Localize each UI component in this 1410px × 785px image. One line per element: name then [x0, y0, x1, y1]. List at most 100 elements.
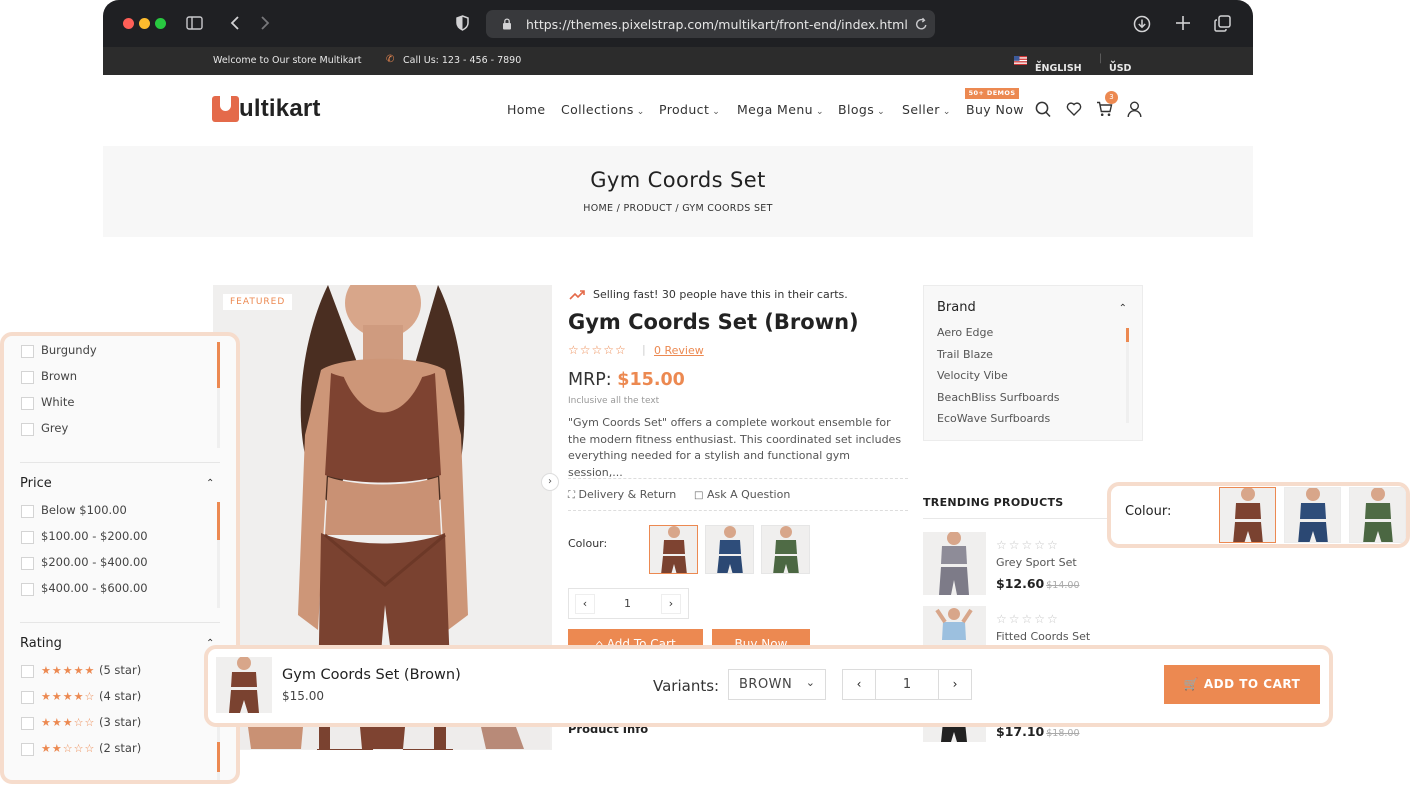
price-filter-scrollbar[interactable] [217, 502, 220, 608]
brand-filter-title[interactable]: Brand [937, 300, 976, 315]
checkbox[interactable] [21, 345, 34, 358]
quantity-increase-button[interactable]: › [939, 670, 971, 699]
checkbox[interactable] [21, 557, 34, 570]
checkbox[interactable] [21, 665, 34, 678]
nav-home-label: Home [507, 102, 546, 117]
checkbox[interactable] [21, 505, 34, 518]
chevron-up-icon[interactable]: ⌃ [206, 478, 214, 489]
featured-tag: FEATURED [223, 294, 293, 310]
colour-selector-callout: Colour: [1107, 482, 1410, 548]
checkbox[interactable] [21, 423, 34, 436]
currency-selector[interactable]: USD ⌄ [1109, 55, 1131, 74]
breadcrumb[interactable]: HOME / PRODUCT / GYM COORDS SET [103, 203, 1253, 214]
colour-swatch-brown[interactable] [1219, 487, 1276, 543]
trending-products-title: TRENDING PRODUCTS [923, 496, 1064, 509]
tax-note: Inclusive all the text [568, 396, 660, 406]
checkbox[interactable] [21, 583, 34, 596]
nav-blogs[interactable]: Blogs ⌄ [838, 102, 885, 117]
quantity-value[interactable]: 1 [875, 670, 939, 699]
sticky-cart-thumbnail [216, 657, 272, 713]
checkbox[interactable] [21, 743, 34, 756]
brand-item[interactable]: EcoWave Surfboards [937, 412, 1050, 425]
divider [923, 518, 1109, 519]
address-bar[interactable]: https://themes.pixelstrap.com/multikart/… [486, 10, 935, 38]
nav-home[interactable]: Home [507, 102, 546, 117]
colour-swatch-green[interactable] [761, 525, 810, 574]
sticky-add-to-cart-label: ADD TO CART [1203, 677, 1301, 691]
trending-product-name[interactable]: Grey Sport Set [996, 556, 1077, 569]
checkbox[interactable] [21, 397, 34, 410]
rating-label: (5 star) [98, 663, 142, 677]
sticky-quantity-stepper[interactable]: ‹ 1 › [842, 669, 972, 700]
brand-item[interactable]: BeachBliss Surfboards [937, 391, 1060, 404]
brand-item[interactable]: Trail Blaze [937, 348, 993, 361]
minimize-window-button[interactable] [139, 18, 150, 29]
rating-filter-title[interactable]: Rating [20, 636, 62, 651]
downloads-icon[interactable] [1133, 15, 1151, 33]
sticky-cart-price: $15.00 [282, 689, 324, 703]
shield-icon[interactable] [456, 15, 469, 31]
trending-product-name[interactable]: Fitted Coords Set [996, 630, 1090, 643]
nav-mega-menu[interactable]: Mega Menu ⌄ [737, 102, 824, 117]
review-link[interactable]: 0 Review [654, 344, 704, 357]
price-filter-title[interactable]: Price [20, 476, 52, 491]
forward-icon[interactable] [260, 15, 270, 31]
colour-filter-scrollbar[interactable] [217, 342, 220, 448]
option-label: ★★★★★ (5 star) [41, 663, 141, 677]
new-tab-icon[interactable] [1175, 15, 1191, 31]
option-label: $200.00 - $400.00 [41, 555, 148, 569]
demos-badge: 50+ DEMOS [965, 88, 1019, 99]
nav-seller[interactable]: Seller ⌄ [902, 102, 951, 117]
nav-seller-label: Seller [902, 102, 940, 117]
quantity-value[interactable]: 1 [624, 597, 631, 610]
search-icon[interactable] [1035, 101, 1051, 118]
checkbox[interactable] [21, 531, 34, 544]
zoom-window-button[interactable] [155, 18, 166, 29]
tab-overview-icon[interactable] [1214, 15, 1231, 32]
variants-label: Variants: [653, 677, 720, 695]
quantity-increase-button[interactable]: › [661, 594, 681, 614]
phone-icon: ✆ [386, 54, 395, 65]
checkbox[interactable] [21, 691, 34, 704]
gallery-thumbnail[interactable] [446, 727, 550, 749]
variant-select[interactable]: BROWN ⌄ [728, 669, 826, 700]
quantity-decrease-button[interactable]: ‹ [575, 594, 595, 614]
close-window-button[interactable] [123, 18, 134, 29]
mrp-label: MRP: [568, 370, 612, 390]
checkbox[interactable] [21, 717, 34, 730]
nav-buy-now-label: Buy Now [966, 102, 1024, 117]
quantity-stepper[interactable]: ‹ 1 › [568, 588, 689, 619]
gallery-thumbnail[interactable] [233, 727, 319, 749]
back-icon[interactable] [230, 15, 240, 31]
logo-text: ultikart [239, 95, 321, 122]
sidebar-toggle-icon[interactable] [186, 16, 203, 30]
nav-collections[interactable]: Collections ⌄ [561, 102, 645, 117]
user-account-icon[interactable] [1127, 101, 1142, 118]
brand-item[interactable]: Velocity Vibe [937, 369, 1008, 382]
gallery-thumbnail[interactable] [330, 727, 434, 749]
nav-product[interactable]: Product ⌄ [659, 102, 720, 117]
sticky-add-to-cart-button[interactable]: 🛒 ADD TO CART [1164, 665, 1320, 704]
rating-stars: ★★★★☆ [41, 690, 96, 703]
chevron-up-icon[interactable]: ⌃ [1119, 303, 1127, 314]
rating-label: (4 star) [98, 689, 142, 703]
gallery-next-button[interactable]: › [541, 473, 559, 491]
language-selector[interactable]: ENGLISH ⌄ [1035, 55, 1082, 74]
delivery-return-link[interactable]: ⛶ Delivery & Return [568, 488, 676, 501]
reload-icon[interactable] [915, 17, 928, 31]
wishlist-heart-icon[interactable] [1066, 101, 1082, 117]
brand-item[interactable]: Aero Edge [937, 326, 993, 339]
quantity-decrease-button[interactable]: ‹ [843, 670, 875, 699]
brand-scrollbar[interactable] [1126, 328, 1129, 423]
checkbox[interactable] [21, 371, 34, 384]
colour-swatch-blue[interactable] [1284, 487, 1341, 543]
trending-product-image[interactable] [923, 532, 986, 595]
ask-question-link[interactable]: □ Ask A Question [694, 488, 790, 501]
colour-swatch-green[interactable] [1349, 487, 1406, 543]
currency-label: USD [1109, 63, 1132, 74]
truck-icon: ⛶ [568, 490, 575, 501]
option-label: White [41, 395, 75, 409]
colour-swatch-brown[interactable] [649, 525, 698, 574]
colour-swatch-blue[interactable] [705, 525, 754, 574]
nav-buy-now[interactable]: Buy Now [966, 102, 1024, 117]
